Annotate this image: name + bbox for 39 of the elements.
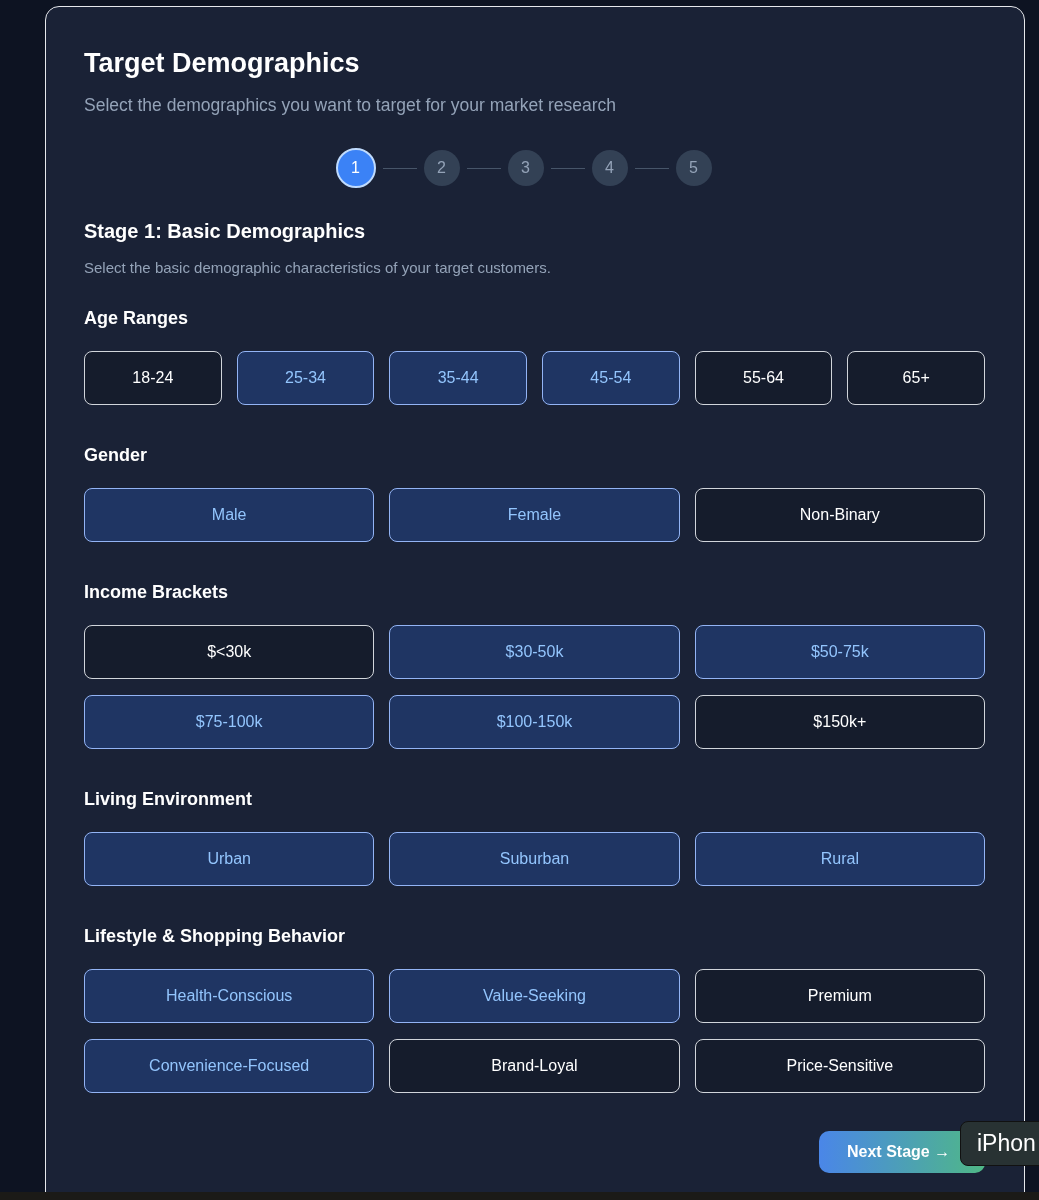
step-indicator[interactable]: 4 xyxy=(591,150,628,186)
option-button[interactable]: 25-34 xyxy=(236,351,375,405)
option-button[interactable]: Brand-Loyal xyxy=(389,1039,680,1093)
option-button[interactable]: 65+ xyxy=(847,351,985,405)
option-button[interactable]: Non-Binary xyxy=(694,488,985,542)
option-button[interactable]: $30-50k xyxy=(389,625,680,679)
option-button[interactable]: 55-64 xyxy=(694,351,833,405)
option-button[interactable]: Premium xyxy=(694,969,985,1023)
option-button[interactable]: 35-44 xyxy=(389,351,527,405)
option-button[interactable]: Suburban xyxy=(389,832,680,886)
option-button[interactable]: 45-54 xyxy=(542,351,680,405)
option-button[interactable]: $150k+ xyxy=(694,695,985,749)
option-button[interactable]: $75-100k xyxy=(84,695,375,749)
stage-description: Select the basic demographic characteristics of your target customers. xyxy=(84,259,552,276)
section-label: Lifestyle & Shopping Behavior xyxy=(84,926,347,947)
option-button[interactable]: $50-75k xyxy=(694,625,985,679)
tooltip: iPhon xyxy=(960,1121,1039,1166)
section-label: Living Environment xyxy=(84,789,253,810)
section-label: Income Brackets xyxy=(84,582,230,603)
step-indicator[interactable]: 1 xyxy=(335,148,376,188)
page-subtitle: Select the demographics you want to target for your market research xyxy=(84,95,618,116)
option-button[interactable]: $100-150k xyxy=(389,695,680,749)
page-title: Target Demographics xyxy=(84,48,361,79)
step-indicator[interactable]: 2 xyxy=(423,150,460,186)
option-button[interactable]: Price-Sensitive xyxy=(694,1039,985,1093)
stage-title: Stage 1: Basic Demographics xyxy=(84,220,367,243)
section-label: Age Ranges xyxy=(84,308,190,329)
option-button[interactable]: $<30k xyxy=(84,625,375,679)
step-indicator[interactable]: 3 xyxy=(507,150,544,186)
option-button[interactable]: Urban xyxy=(84,832,375,886)
option-button[interactable]: 18-24 xyxy=(84,351,222,405)
option-button[interactable]: Male xyxy=(84,488,375,542)
option-button[interactable]: Convenience-Focused xyxy=(84,1039,375,1093)
option-button[interactable]: Health-Conscious xyxy=(84,969,375,1023)
option-button[interactable]: Female xyxy=(389,488,680,542)
section-label: Gender xyxy=(84,445,149,466)
option-button[interactable]: Value-Seeking xyxy=(389,969,680,1023)
step-indicator[interactable]: 5 xyxy=(675,150,712,186)
option-button[interactable]: Rural xyxy=(694,832,985,886)
